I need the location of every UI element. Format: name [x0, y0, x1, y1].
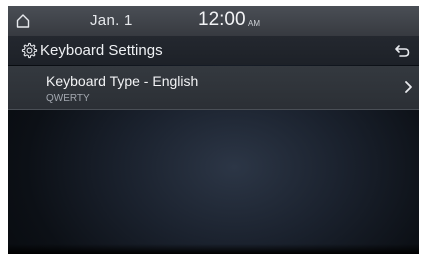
keyboard-type-english-item[interactable]: Keyboard Type - English QWERTY [8, 66, 419, 110]
chevron-right-icon [405, 81, 412, 93]
date-display: Jan. 1 [90, 12, 133, 29]
ampm-indicator: AM [248, 19, 260, 28]
home-icon [16, 14, 30, 28]
back-button[interactable] [391, 40, 413, 62]
page-title: Keyboard Settings [40, 42, 163, 59]
time-display: 12:00 [198, 9, 246, 30]
setting-label: Keyboard Type - English [46, 73, 199, 89]
back-icon [395, 45, 410, 57]
gear-icon [21, 42, 38, 59]
infotainment-screen: Jan. 1 12:00 AM Keyboard Settings Keyboa… [8, 6, 419, 254]
setting-value: QWERTY [46, 93, 90, 104]
home-button[interactable] [8, 6, 38, 36]
title-bar: Keyboard Settings [8, 36, 419, 65]
status-bar: Jan. 1 12:00 AM [8, 6, 419, 36]
screen-bottom-shade [8, 244, 419, 254]
